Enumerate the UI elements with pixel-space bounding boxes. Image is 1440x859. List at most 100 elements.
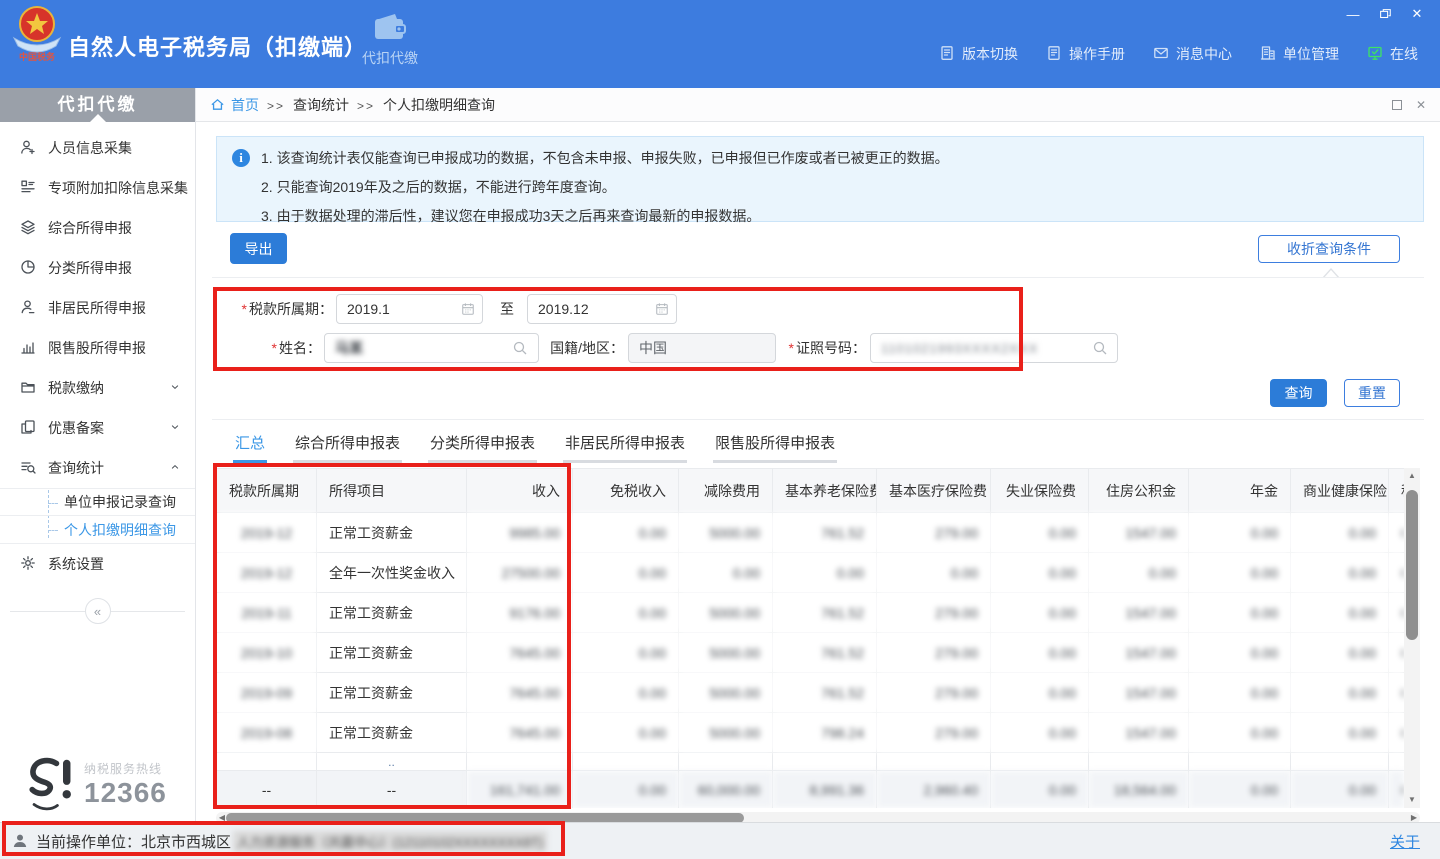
sidebar-item[interactable]: 人员信息采集 xyxy=(0,128,195,168)
cell-amount: 0.00 xyxy=(573,633,679,673)
cell-amount: 7645.00 xyxy=(467,673,573,713)
cell-summary-item: -- xyxy=(317,771,467,809)
cell-amount: 0.00 xyxy=(1291,513,1389,553)
search-button[interactable]: 查询 xyxy=(1270,379,1327,407)
app-title: 自然人电子税务局（扣缴端） xyxy=(68,30,367,62)
cell-amount: 0.00 xyxy=(991,673,1089,713)
sidebar-item[interactable]: 查询统计 xyxy=(0,448,195,488)
cell-amount: 9176.00 xyxy=(467,593,573,633)
notice-line-2: 2. 只能查询2019年及之后的数据，不能进行跨年度查询。 xyxy=(261,173,1413,202)
chevron-down-icon xyxy=(169,380,181,396)
collapse-query-button[interactable]: 收折查询条件 xyxy=(1258,235,1400,263)
chevron-down-icon xyxy=(169,420,181,436)
cell-summary-amount: 0.00 xyxy=(1189,771,1291,809)
sidebar-item[interactable]: 税款缴纳 xyxy=(0,368,195,408)
cell-ellipsis: .. xyxy=(317,753,467,771)
sidebar-item[interactable]: 系统设置 xyxy=(0,544,195,584)
sidebar-item[interactable]: 限售股所得申报 xyxy=(0,328,195,368)
cell-amount: 5000.00 xyxy=(679,713,773,753)
table-row[interactable]: 2019-12全年一次性奖金收入27500.000.000.000.000.00… xyxy=(217,553,1405,593)
reset-button[interactable]: 重置 xyxy=(1344,379,1400,407)
breadcrumb-home-label: 首页 xyxy=(231,95,259,115)
tab-item[interactable]: 非居民所得申报表 xyxy=(563,427,687,463)
sidebar-subitem[interactable]: 单位申报记录查询 xyxy=(0,488,195,516)
cell-summary-amount: 0.00 xyxy=(1291,771,1389,809)
sidebar-item[interactable]: 分类所得申报 xyxy=(0,248,195,288)
cell-amount: 0.00 xyxy=(1291,713,1389,753)
panel-maximize-icon[interactable] xyxy=(1392,100,1402,110)
table-row[interactable]: 2019-08正常工资薪金7645.000.005000.00798.24279… xyxy=(217,713,1405,753)
sidebar-item[interactable]: 非居民所得申报 xyxy=(0,288,195,328)
close-icon[interactable]: ✕ xyxy=(1404,4,1430,24)
calendar-icon[interactable] xyxy=(461,302,475,316)
header-menu-item-5[interactable]: 在线 xyxy=(1367,44,1418,64)
topnav-withholding-label: 代扣代缴 xyxy=(362,50,418,66)
cell-period: 2019-09 xyxy=(217,673,317,713)
cell-amount: 761.52 xyxy=(773,513,877,553)
sidebar: 代扣代缴 人员信息采集专项附加扣除信息采集综合所得申报分类所得申报非居民所得申报… xyxy=(0,88,196,822)
header-menu-item-1[interactable]: 版本切换 xyxy=(939,44,1018,64)
header-menu-item-4[interactable]: 单位管理 xyxy=(1260,44,1339,64)
cell-amount: 761.52 xyxy=(773,593,877,633)
header-menu: 版本切换 操作手册 消息中心 单位管理 在线 xyxy=(939,44,1418,64)
cell-amount: 1547.00 xyxy=(1089,593,1189,633)
export-button[interactable]: 导出 xyxy=(230,233,287,264)
tab-active[interactable]: 汇总 xyxy=(233,427,267,463)
table-row[interactable]: 2019-10正常工资薪金7645.000.005000.00761.52279… xyxy=(217,633,1405,673)
cell-amount: 0.00 xyxy=(1291,673,1389,713)
cell-amount: 1547.00 xyxy=(1089,633,1189,673)
header-menu-item-3[interactable]: 消息中心 xyxy=(1153,44,1232,64)
table-row[interactable]: 2019-12正常工资薪金9985.000.005000.00761.52279… xyxy=(217,513,1405,553)
cell-amount: 0.00 xyxy=(1089,553,1189,593)
panel-close-icon[interactable]: ✕ xyxy=(1416,98,1426,112)
cell-amount: 7645.00 xyxy=(467,713,573,753)
tab-item[interactable]: 分类所得申报表 xyxy=(428,427,537,463)
sidebar-collapse-row: « xyxy=(0,598,195,625)
breadcrumb-bar: 首页 >>查询统计>>个人扣缴明细查询 ✕ xyxy=(196,88,1440,122)
name-value-redacted: 马某 xyxy=(335,338,363,358)
column-header: 税款所属期 xyxy=(217,469,317,513)
sidebar-item[interactable]: 综合所得申报 xyxy=(0,208,195,248)
cell-amount: 0.00 xyxy=(991,713,1089,753)
restore-icon[interactable] xyxy=(1372,4,1398,24)
tab-item[interactable]: 限售股所得申报表 xyxy=(713,427,837,463)
cell-summary-period: -- xyxy=(217,771,317,809)
search-icon[interactable] xyxy=(512,340,528,356)
sidebar-item[interactable]: 优惠备案 xyxy=(0,408,195,448)
cell-amount: 0.00 xyxy=(1291,553,1389,593)
calendar-icon[interactable] xyxy=(655,302,669,316)
svg-text:中国税务: 中国税务 xyxy=(19,51,56,62)
minimize-icon[interactable]: — xyxy=(1340,4,1366,24)
breadcrumb: >>查询统计>>个人扣缴明细查询 xyxy=(259,95,495,115)
vertical-scrollbar[interactable]: ▲ ▼ xyxy=(1404,468,1420,808)
table-row[interactable]: 2019-09正常工资薪金7645.000.005000.00761.52279… xyxy=(217,673,1405,713)
header-menu-label: 在线 xyxy=(1390,44,1418,64)
notice-line-3: 3. 由于数据处理的滞后性，建议您在申报成功3天之后再来查询最新的申报数据。 xyxy=(261,202,1413,231)
cell-amount: 0.00 xyxy=(1189,673,1291,713)
vertical-scroll-thumb[interactable] xyxy=(1406,490,1418,640)
id-number-redacted: 1101021993XXXX2XXX xyxy=(881,341,1038,356)
cell-amount: 9985.00 xyxy=(467,513,573,553)
sidebar-item[interactable]: 专项附加扣除信息采集 xyxy=(0,168,195,208)
cell-amount: 0.00 xyxy=(1189,633,1291,673)
sidebar-subitem[interactable]: 个人扣缴明细查询 xyxy=(0,516,195,544)
cell-amount: 0.00 xyxy=(991,593,1089,633)
scroll-down-icon[interactable]: ▼ xyxy=(1404,792,1420,808)
topnav-withholding[interactable]: 代扣代缴 xyxy=(352,12,428,68)
sidebar-collapse-button[interactable]: « xyxy=(85,598,111,624)
breadcrumb-home-link[interactable]: 首页 xyxy=(210,95,259,115)
id-number-input[interactable]: 1101021993XXXX2XXX xyxy=(870,333,1118,363)
result-tabs: 汇总综合所得申报表分类所得申报表非居民所得申报表限售股所得申报表 xyxy=(233,427,837,463)
search-icon[interactable] xyxy=(1092,340,1108,356)
scroll-up-icon[interactable]: ▲ xyxy=(1404,468,1420,484)
table-row[interactable]: 2019-11正常工资薪金9176.000.005000.00761.52279… xyxy=(217,593,1405,633)
column-header: 免税收入 xyxy=(573,469,679,513)
person-add-icon xyxy=(20,139,36,158)
about-link[interactable]: 关于 xyxy=(1390,831,1420,852)
tab-item[interactable]: 综合所得申报表 xyxy=(293,427,402,463)
header-menu-item-2[interactable]: 操作手册 xyxy=(1046,44,1125,64)
cell-period: 2019-12 xyxy=(217,553,317,593)
mail-icon xyxy=(1153,45,1169,64)
cell-period: 2019-08 xyxy=(217,713,317,753)
name-input[interactable]: 马某 xyxy=(324,333,539,363)
